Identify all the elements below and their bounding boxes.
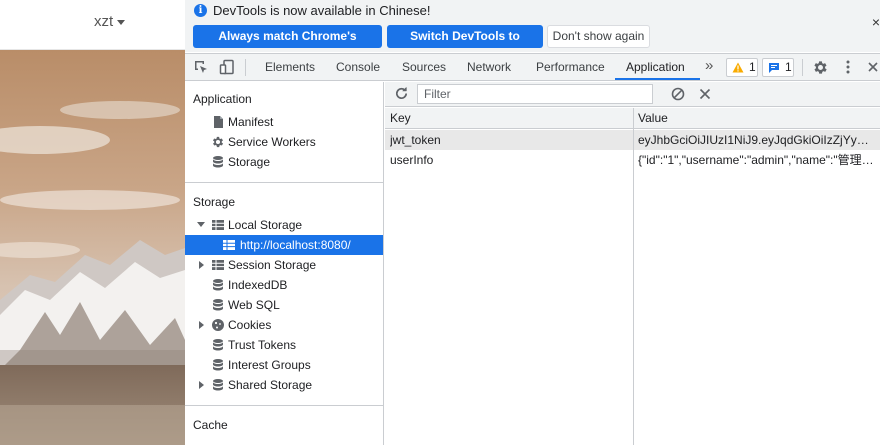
clear-all-icon[interactable] xyxy=(671,87,685,101)
grid-table-icon xyxy=(223,240,235,250)
storage-toolbar xyxy=(385,82,880,107)
application-sidebar: Application Manifest Service Workers Sto… xyxy=(185,82,384,445)
sidebar-item-label: Manifest xyxy=(228,115,274,129)
warnings-badge[interactable]: 1 xyxy=(726,58,758,77)
section-title-application: Application xyxy=(193,92,252,106)
sidebar-item-interest-groups[interactable]: Interest Groups xyxy=(185,355,383,375)
sidebar-item-label: Interest Groups xyxy=(228,358,311,372)
tab-application[interactable]: Application xyxy=(626,54,685,81)
always-match-language-button[interactable]: Always match Chrome's language xyxy=(193,25,382,66)
sidebar-item-web-sql[interactable]: Web SQL xyxy=(185,295,383,315)
toolbar-divider xyxy=(802,59,803,76)
column-header-value[interactable]: Value xyxy=(638,108,668,129)
gear-icon xyxy=(212,136,224,148)
page-header: xzt xyxy=(0,0,185,50)
document-icon xyxy=(214,116,223,128)
section-divider xyxy=(185,405,383,406)
caret-down-icon xyxy=(117,20,126,25)
grid-table-icon xyxy=(212,260,224,270)
delete-selected-icon[interactable] xyxy=(699,88,711,100)
expand-arrow-icon[interactable] xyxy=(197,222,205,227)
device-toolbar-icon[interactable] xyxy=(219,59,235,75)
database-icon xyxy=(213,279,223,291)
cell-key[interactable]: jwt_token xyxy=(390,130,628,150)
tab-performance[interactable]: Performance xyxy=(536,54,605,81)
sidebar-item-label: Web SQL xyxy=(228,298,280,312)
sidebar-item-label: Session Storage xyxy=(228,258,317,272)
tab-console[interactable]: Console xyxy=(336,54,380,81)
database-icon xyxy=(213,156,223,168)
dont-show-again-button[interactable]: Don't show again xyxy=(547,25,650,48)
sidebar-item-label: Service Workers xyxy=(228,135,316,149)
web-page: xzt xyxy=(0,0,185,445)
sidebar-item-indexeddb[interactable]: IndexedDB xyxy=(185,275,383,295)
cell-value[interactable]: {"id":"1","username":"admin","name":"管理… xyxy=(638,150,878,170)
info-icon: i xyxy=(194,4,207,17)
devtools-panel: i DevTools is now available in Chinese! … xyxy=(185,0,880,445)
section-title-storage: Storage xyxy=(193,195,236,209)
close-icon[interactable]: × xyxy=(872,14,880,30)
expand-arrow-icon[interactable] xyxy=(199,321,204,329)
sidebar-item-session-storage[interactable]: Session Storage xyxy=(185,255,383,275)
sidebar-item-service-workers[interactable]: Service Workers xyxy=(185,132,383,152)
database-icon xyxy=(213,299,223,311)
close-devtools-icon[interactable] xyxy=(866,59,880,75)
background-mountain-photo xyxy=(0,50,185,445)
tab-sources[interactable]: Sources xyxy=(402,54,446,81)
local-storage-view: Key Value jwt_token eyJhbGciOiJIUzI1NiJ9… xyxy=(385,82,880,445)
inspect-element-icon[interactable] xyxy=(193,59,209,75)
cookie-icon xyxy=(212,319,224,331)
more-options-icon[interactable] xyxy=(841,59,855,75)
messages-count: 1 xyxy=(785,60,792,74)
user-name: xzt xyxy=(94,13,114,30)
switch-to-chinese-button[interactable]: Switch DevTools to Chinese xyxy=(387,25,543,66)
sidebar-item-label: Local Storage xyxy=(228,218,303,232)
tab-elements[interactable]: Elements xyxy=(265,54,315,81)
sidebar-item-manifest[interactable]: Manifest xyxy=(185,112,383,132)
sidebar-item-label: Trust Tokens xyxy=(228,338,297,352)
language-infobar: i DevTools is now available in Chinese! … xyxy=(185,0,880,66)
sidebar-item-local-storage[interactable]: Local Storage xyxy=(185,215,383,235)
cell-key[interactable]: userInfo xyxy=(390,150,628,170)
expand-arrow-icon[interactable] xyxy=(199,381,204,389)
devtools-tabbar: Elements Console Sources Network Perform… xyxy=(185,53,880,81)
column-divider[interactable] xyxy=(633,108,634,445)
section-divider xyxy=(185,182,383,183)
toolbar-divider xyxy=(245,59,246,76)
database-icon xyxy=(213,379,223,391)
tab-network[interactable]: Network xyxy=(467,54,511,81)
refresh-icon[interactable] xyxy=(394,86,409,101)
sidebar-item-label: Shared Storage xyxy=(228,378,313,392)
warnings-count: 1 xyxy=(749,60,756,74)
user-menu[interactable]: xzt xyxy=(94,13,126,30)
active-tab-indicator xyxy=(615,78,700,80)
warning-icon xyxy=(732,62,744,73)
sidebar-item-label: Cookies xyxy=(228,318,272,332)
message-icon xyxy=(769,63,779,73)
sidebar-item-label: IndexedDB xyxy=(228,278,288,292)
settings-gear-icon[interactable] xyxy=(812,59,829,76)
sidebar-item-label: Storage xyxy=(228,155,271,169)
filter-input[interactable] xyxy=(417,84,653,104)
sidebar-item-storage-overview[interactable]: Storage xyxy=(185,152,383,172)
grid-table-icon xyxy=(212,220,224,230)
sidebar-item-trust-tokens[interactable]: Trust Tokens xyxy=(185,335,383,355)
section-title-cache: Cache xyxy=(193,418,228,432)
cell-value[interactable]: eyJhbGciOiJIUzI1NiJ9.eyJqdGkiOiIzZjYyOGY… xyxy=(638,130,878,150)
messages-badge[interactable]: 1 xyxy=(762,58,794,77)
sidebar-item-cookies[interactable]: Cookies xyxy=(185,315,383,335)
infobar-message: DevTools is now available in Chinese! xyxy=(213,3,431,18)
database-icon xyxy=(213,339,223,351)
sidebar-item-localhost-origin[interactable]: http://localhost:8080/ xyxy=(185,235,383,255)
column-header-key[interactable]: Key xyxy=(390,108,411,129)
database-icon xyxy=(213,359,223,371)
sidebar-item-shared-storage[interactable]: Shared Storage xyxy=(185,375,383,395)
more-tabs-icon[interactable]: » xyxy=(705,57,713,74)
sidebar-item-label: http://localhost:8080/ xyxy=(240,238,351,252)
expand-arrow-icon[interactable] xyxy=(199,261,204,269)
